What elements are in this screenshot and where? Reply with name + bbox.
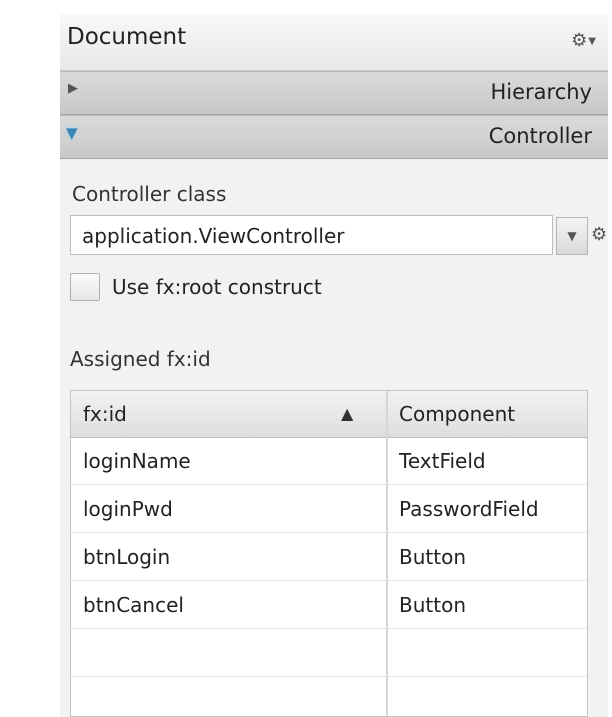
controller-class-label: Controller class: [72, 182, 227, 206]
row-fxid: btnLogin: [83, 545, 171, 569]
document-header: Document ⚙ ▼: [60, 14, 608, 71]
table-row[interactable]: btnCancel Button: [71, 581, 587, 629]
section-controller-label: Controller: [488, 124, 592, 148]
document-panel: Document ⚙ ▼ ▶ Hierarchy ▼ Controller Co…: [60, 14, 608, 717]
table-header: fx:id ▲ Component: [71, 391, 587, 438]
row-fxid: loginPwd: [83, 497, 173, 521]
gear-icon: ⚙: [571, 29, 588, 51]
controller-class-value: application.ViewController: [82, 224, 345, 248]
document-title: Document: [67, 24, 187, 50]
table-row: [71, 677, 587, 717]
row-component: Button: [399, 545, 466, 569]
section-hierarchy-label: Hierarchy: [490, 80, 592, 104]
expanded-triangle-icon: ▼: [66, 124, 78, 142]
column-header-component-label: Component: [399, 402, 516, 426]
assigned-fxid-label: Assigned fx:id: [70, 347, 211, 371]
row-fxid: btnCancel: [83, 593, 184, 617]
chevron-down-icon: ▼: [567, 229, 577, 243]
section-hierarchy[interactable]: ▶ Hierarchy: [60, 71, 608, 115]
column-header-fxid-label: fx:id: [83, 402, 127, 426]
table-row[interactable]: btnLogin Button: [71, 533, 587, 581]
document-menu-button[interactable]: ⚙ ▼: [568, 28, 596, 52]
chevron-down-icon: ▼: [588, 36, 596, 47]
use-fx-root-checkbox[interactable]: [70, 273, 100, 301]
row-component: Button: [399, 593, 466, 617]
use-fx-root-label[interactable]: Use fx:root construct: [112, 275, 322, 299]
row-component: PasswordField: [399, 497, 539, 521]
controller-class-gear-icon[interactable]: ⚙: [591, 224, 607, 245]
sort-ascending-icon: ▲: [341, 404, 354, 423]
assigned-fxid-table: fx:id ▲ Component loginName TextField lo…: [70, 390, 588, 717]
table-row[interactable]: loginPwd PasswordField: [71, 485, 587, 533]
controller-class-dropdown-button[interactable]: ▼: [556, 217, 588, 255]
row-component: TextField: [399, 449, 486, 473]
controller-class-combobox[interactable]: application.ViewController: [70, 215, 553, 255]
table-row: [71, 629, 587, 677]
column-header-fxid[interactable]: fx:id: [71, 391, 387, 437]
table-row[interactable]: loginName TextField: [71, 437, 587, 485]
column-header-component[interactable]: Component: [388, 391, 587, 437]
collapsed-triangle-icon: ▶: [68, 81, 78, 96]
row-fxid: loginName: [83, 449, 191, 473]
section-controller[interactable]: ▼ Controller: [60, 115, 608, 159]
